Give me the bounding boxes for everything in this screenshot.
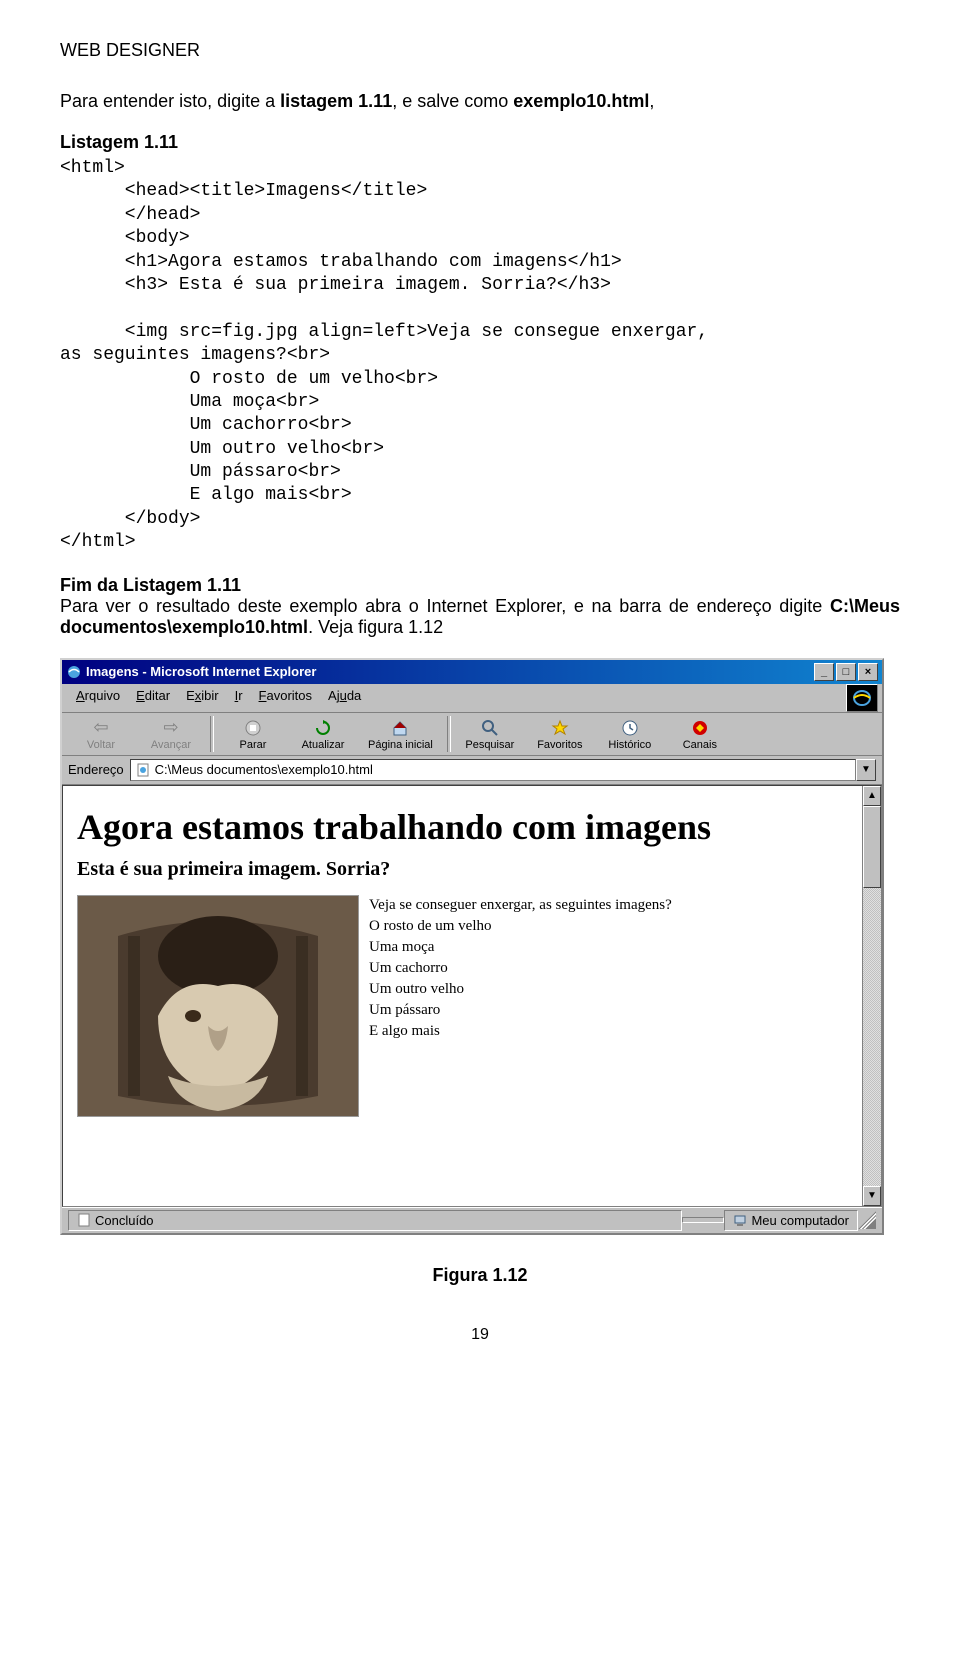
- ct-line6: Um pássaro: [369, 1002, 440, 1018]
- favorites-label: Favoritos: [537, 739, 582, 751]
- titlebar: Imagens - Microsoft Internet Explorer _ …: [62, 660, 882, 684]
- intro-text-2: , e salve como: [392, 91, 513, 111]
- embedded-image: [77, 895, 359, 1117]
- menu-ir[interactable]: Ir: [227, 686, 251, 710]
- menu-arquivo[interactable]: Arquivo: [68, 686, 128, 710]
- address-dropdown-button[interactable]: ▼: [856, 759, 876, 781]
- maximize-button[interactable]: □: [836, 663, 856, 681]
- ct-line2: O rosto de um velho: [369, 918, 491, 934]
- after-text-1: Para ver o resultado deste exemplo abra …: [60, 596, 830, 616]
- content-body: Veja se conseguer enxergar, as seguintes…: [77, 895, 867, 1117]
- figure-caption: Figura 1.12: [60, 1265, 900, 1286]
- status-right: Meu computador: [724, 1210, 858, 1231]
- addressbar: Endereço C:\Meus documentos\exemplo10.ht…: [62, 756, 882, 785]
- status-left: Concluído: [68, 1210, 682, 1231]
- history-button[interactable]: Histórico: [595, 715, 665, 753]
- intro-paragraph: Para entender isto, digite a listagem 1.…: [60, 91, 900, 112]
- page-icon: [77, 1213, 91, 1227]
- home-button[interactable]: Página inicial: [358, 715, 443, 753]
- code-listing: <html> <head><title>Imagens</title> </he…: [60, 157, 900, 555]
- page-header: WEB DESIGNER: [60, 40, 900, 61]
- forward-label: Avançar: [151, 739, 191, 751]
- fim-listing-label: Fim da Listagem 1.11: [60, 575, 241, 595]
- search-label: Pesquisar: [465, 739, 514, 751]
- resize-grip[interactable]: [858, 1211, 876, 1229]
- content-text: Veja se conseguer enxergar, as seguintes…: [369, 895, 672, 1117]
- computer-icon: [733, 1213, 747, 1227]
- back-icon: ⇦: [93, 717, 108, 739]
- menu-ajuda[interactable]: Ajuda: [320, 686, 369, 710]
- favorites-icon: [551, 717, 569, 739]
- toolbar-separator: [210, 716, 214, 752]
- menubar: Arquivo Editar Exibir Ir Favoritos Ajuda: [62, 684, 882, 713]
- status-right-text: Meu computador: [751, 1213, 849, 1228]
- scroll-thumb[interactable]: [863, 806, 881, 888]
- ct-line1: Veja se conseguer enxergar, as seguintes…: [369, 897, 672, 913]
- intro-bold-1: listagem 1.11: [280, 91, 392, 111]
- listing-title: Listagem 1.11: [60, 132, 900, 153]
- refresh-button[interactable]: Atualizar: [288, 715, 358, 753]
- menu-editar[interactable]: Editar: [128, 686, 178, 710]
- refresh-label: Atualizar: [302, 739, 345, 751]
- stop-label: Parar: [240, 739, 267, 751]
- status-icon-box: [682, 1217, 724, 1223]
- ie-logo-icon: [846, 684, 878, 712]
- toolbar-separator: [447, 716, 451, 752]
- content-h1: Agora estamos trabalhando com imagens: [77, 806, 867, 848]
- ie-icon: [66, 664, 82, 680]
- forward-button[interactable]: ⇨ Avançar: [136, 715, 206, 753]
- history-icon: [621, 717, 639, 739]
- browser-window: Imagens - Microsoft Internet Explorer _ …: [60, 658, 884, 1235]
- browser-content: Agora estamos trabalhando com imagens Es…: [62, 785, 882, 1207]
- menu-favoritos[interactable]: Favoritos: [251, 686, 320, 710]
- content-h3: Esta é sua primeira imagem. Sorria?: [77, 858, 867, 881]
- scroll-down-button[interactable]: ▼: [863, 1186, 881, 1206]
- close-button[interactable]: ×: [858, 663, 878, 681]
- ct-line4: Um cachorro: [369, 960, 448, 976]
- back-label: Voltar: [87, 739, 115, 751]
- refresh-icon: [314, 717, 332, 739]
- search-button[interactable]: Pesquisar: [455, 715, 525, 753]
- address-field[interactable]: C:\Meus documentos\exemplo10.html: [130, 759, 856, 781]
- channels-label: Canais: [683, 739, 717, 751]
- address-label: Endereço: [68, 762, 124, 777]
- after-listing-paragraph: Fim da Listagem 1.11 Para ver o resultad…: [60, 575, 900, 638]
- forward-icon: ⇨: [163, 717, 178, 739]
- statusbar: Concluído Meu computador: [62, 1207, 882, 1233]
- home-label: Página inicial: [368, 739, 433, 751]
- home-icon: [391, 717, 409, 739]
- window-title: Imagens - Microsoft Internet Explorer: [86, 664, 812, 679]
- channels-icon: [691, 717, 709, 739]
- status-left-text: Concluído: [95, 1213, 154, 1228]
- page-icon: [135, 762, 151, 778]
- scroll-up-button[interactable]: ▲: [863, 786, 881, 806]
- intro-text-3: ,: [649, 91, 654, 111]
- minimize-button[interactable]: _: [814, 663, 834, 681]
- address-value: C:\Meus documentos\exemplo10.html: [155, 762, 373, 777]
- intro-text: Para entender isto, digite a: [60, 91, 280, 111]
- page-number: 19: [60, 1326, 900, 1344]
- stop-button[interactable]: Parar: [218, 715, 288, 753]
- favorites-button[interactable]: Favoritos: [525, 715, 595, 753]
- stop-icon: [244, 717, 262, 739]
- back-button[interactable]: ⇦ Voltar: [66, 715, 136, 753]
- channels-button[interactable]: Canais: [665, 715, 735, 753]
- after-text-2: . Veja figura 1.12: [308, 617, 443, 637]
- ct-line7: E algo mais: [369, 1023, 440, 1039]
- scroll-track[interactable]: [863, 888, 881, 1186]
- ct-line5: Um outro velho: [369, 981, 464, 997]
- ct-line3: Uma moça: [369, 939, 434, 955]
- vertical-scrollbar[interactable]: ▲ ▼: [862, 786, 881, 1206]
- toolbar: ⇦ Voltar ⇨ Avançar Parar Atualizar Págin…: [62, 713, 882, 756]
- menu-exibir[interactable]: Exibir: [178, 686, 227, 710]
- history-label: Histórico: [608, 739, 651, 751]
- intro-bold-2: exemplo10.html: [513, 91, 649, 111]
- search-icon: [481, 717, 499, 739]
